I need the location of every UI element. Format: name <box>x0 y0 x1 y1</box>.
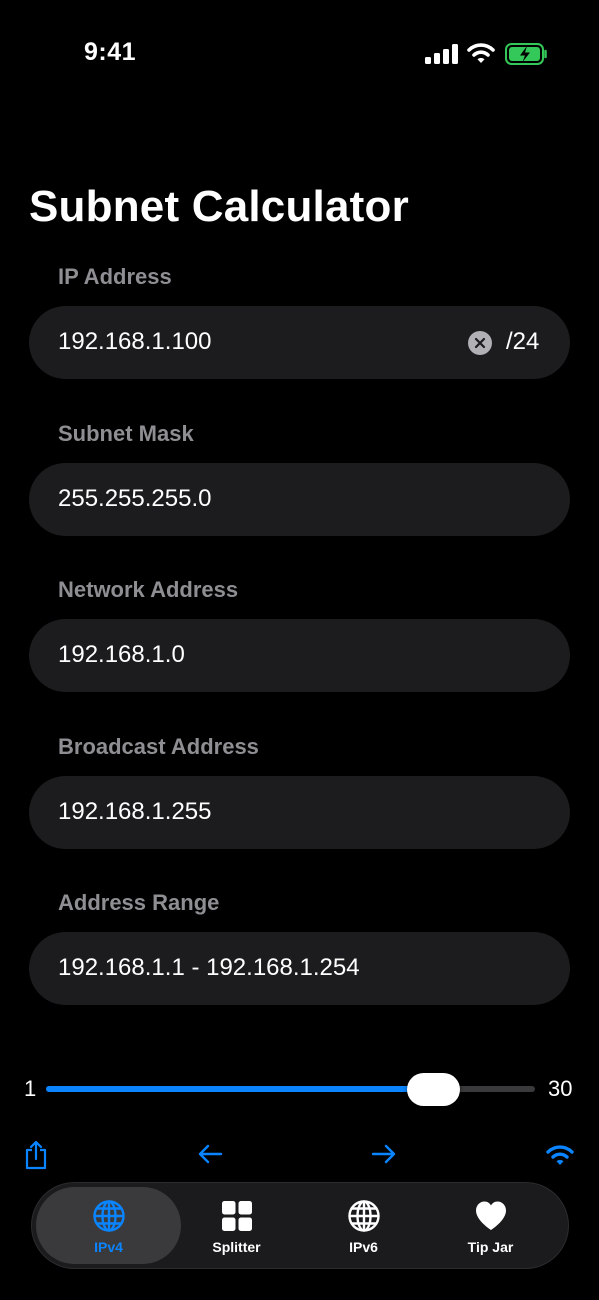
grid-icon <box>221 1201 252 1231</box>
cidr-slider-track[interactable] <box>46 1086 535 1092</box>
tab-label-ipv6: IPv6 <box>349 1239 378 1255</box>
cidr-slider-thumb[interactable] <box>407 1073 461 1106</box>
tab-label-ipv4: IPv4 <box>94 1239 123 1255</box>
broadcast-address-label: Broadcast Address <box>58 734 259 759</box>
broadcast-address-value: 192.168.1.255 <box>58 798 212 825</box>
slider-max-label: 30 <box>548 1076 573 1101</box>
arrow-left-icon[interactable] <box>197 1144 223 1164</box>
slider-min-label: 1 <box>24 1076 37 1101</box>
subnet-mask-field[interactable]: 255.255.255.0 <box>29 463 570 536</box>
tab-bar: IPv4 Splitter IPv6 Tip Jar <box>31 1182 569 1269</box>
ip-address-value[interactable]: 192.168.1.100 <box>58 328 211 356</box>
arrow-right-icon[interactable] <box>371 1144 397 1164</box>
wifi-icon[interactable] <box>545 1143 575 1167</box>
heart-icon <box>475 1201 506 1230</box>
cellular-signal-icon <box>425 44 459 64</box>
address-range-field[interactable]: 192.168.1.1 - 192.168.1.254 <box>29 932 570 1005</box>
address-range-label: Address Range <box>58 890 220 915</box>
cidr-prefix: /24 <box>506 328 540 355</box>
network-address-field[interactable]: 192.168.1.0 <box>29 619 570 692</box>
status-time: 9:41 <box>84 38 137 66</box>
battery-charging-icon <box>505 43 547 65</box>
subnet-mask-value: 255.255.255.0 <box>58 485 212 512</box>
globe-icon <box>347 1200 380 1232</box>
clear-icon[interactable] <box>468 331 492 355</box>
broadcast-address-field[interactable]: 192.168.1.255 <box>29 776 570 849</box>
tab-tip-jar[interactable]: Tip Jar <box>418 1187 563 1264</box>
wifi-status-icon <box>467 43 495 63</box>
tab-ipv4[interactable]: IPv4 <box>36 1187 181 1264</box>
network-address-value: 192.168.1.0 <box>58 641 185 668</box>
globe-icon <box>92 1200 125 1232</box>
ip-address-field[interactable]: 192.168.1.100 /24 <box>29 306 570 379</box>
tab-label-splitter: Splitter <box>212 1239 261 1255</box>
page-title: Subnet Calculator <box>29 182 409 231</box>
subnet-mask-label: Subnet Mask <box>58 421 194 446</box>
cidr-slider-fill <box>46 1086 434 1092</box>
tab-label-tip-jar: Tip Jar <box>467 1239 514 1255</box>
ip-address-label: IP Address <box>58 264 172 289</box>
tab-splitter[interactable]: Splitter <box>164 1187 309 1264</box>
address-range-value: 192.168.1.1 - 192.168.1.254 <box>58 954 360 981</box>
network-address-label: Network Address <box>58 577 239 602</box>
share-icon[interactable] <box>24 1140 48 1170</box>
status-bar: 9:41 <box>0 0 599 110</box>
tab-ipv6[interactable]: IPv6 <box>291 1187 436 1264</box>
